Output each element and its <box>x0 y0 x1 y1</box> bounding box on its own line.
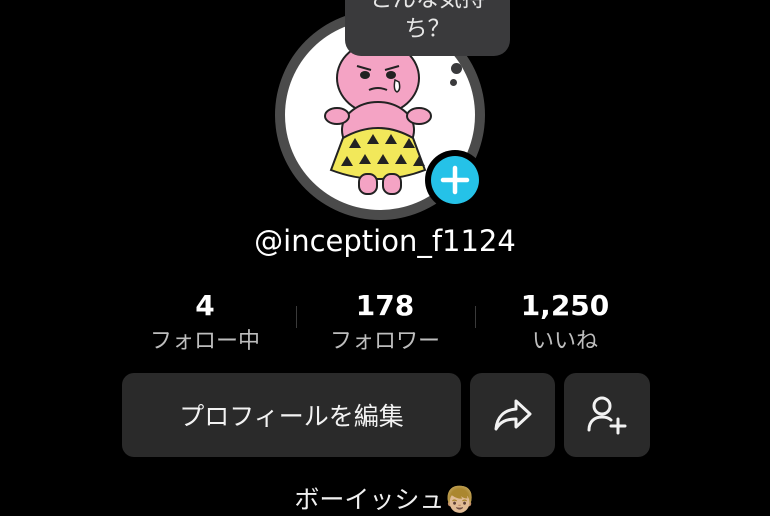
stat-divider <box>475 306 476 328</box>
share-arrow-icon <box>494 399 531 431</box>
stat-followers-label: フォロワー <box>329 329 440 354</box>
bubble-tail-dot-small <box>450 79 457 86</box>
mood-bubble-text: どんな気持 ち？ <box>370 0 485 42</box>
plus-icon <box>440 165 470 195</box>
stat-following-label: フォロー中 <box>149 329 260 354</box>
stat-following-count: 4 <box>195 289 215 322</box>
stat-following[interactable]: 4 フォロー中 <box>130 288 280 358</box>
stat-followers[interactable]: 178 フォロワー <box>310 288 460 358</box>
add-avatar-button[interactable] <box>425 150 485 210</box>
person-add-icon <box>587 396 627 435</box>
add-friend-button[interactable] <box>564 373 650 457</box>
stat-divider <box>296 306 297 328</box>
share-profile-button[interactable] <box>470 373 555 457</box>
username: @inception_f1124 <box>254 224 516 258</box>
stat-likes[interactable]: 1,250 いいね <box>490 288 640 358</box>
edit-profile-label: プロフィールを編集 <box>179 402 404 431</box>
mood-bubble[interactable]: どんな気持 ち？ <box>345 0 510 56</box>
bubble-tail-dot <box>451 63 462 74</box>
stat-likes-label: いいね <box>531 329 598 354</box>
add-avatar-circle <box>431 156 479 204</box>
edit-profile-button[interactable]: プロフィールを編集 <box>122 373 461 457</box>
stat-followers-count: 178 <box>355 289 415 322</box>
stat-likes-count: 1,250 <box>520 289 610 322</box>
bio-text: ボーイッシュ👦🏼 <box>294 485 476 514</box>
